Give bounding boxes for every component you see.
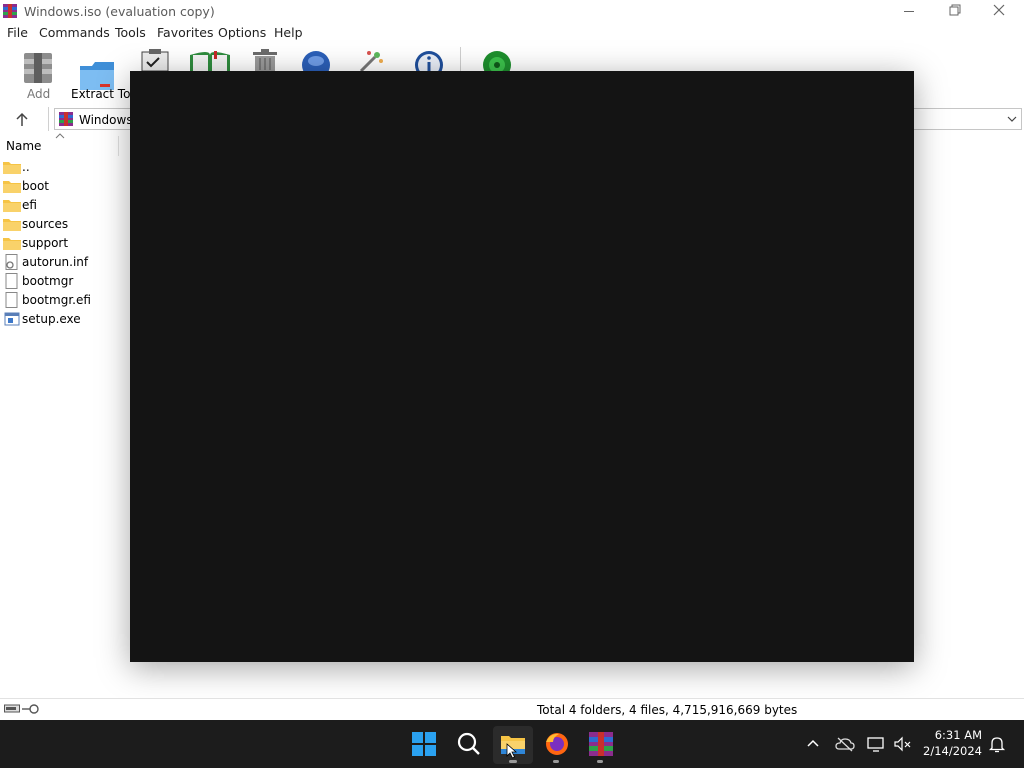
add-archive-icon <box>24 53 52 83</box>
info-icon[interactable] <box>413 49 445 71</box>
notification-bell-icon[interactable] <box>988 735 1006 753</box>
menu-favorites[interactable]: Favorites <box>157 25 213 40</box>
title-bar: Windows.iso (evaluation copy) <box>0 0 1024 23</box>
menu-tools[interactable]: Tools <box>115 25 146 40</box>
name-column-label: Name <box>6 139 42 153</box>
file-name: bootmgr <box>22 274 74 288</box>
file-name: efi <box>22 198 37 212</box>
file-icon <box>5 292 18 308</box>
virus-scan-icon[interactable] <box>480 49 514 71</box>
list-item-bootmgr-efi[interactable]: bootmgr.efi <box>0 291 126 310</box>
list-item-parent[interactable]: .. <box>0 158 126 177</box>
drive-icon <box>4 704 20 713</box>
black-overlay-window[interactable] <box>130 71 914 662</box>
folder-icon <box>3 181 21 193</box>
winrar-running-indicator <box>597 760 603 763</box>
list-item-support[interactable]: support <box>0 234 126 253</box>
minimize-button[interactable] <box>886 0 932 23</box>
up-folder-icon[interactable] <box>12 110 32 130</box>
clock[interactable]: 6:31 AM 2/14/2024 <box>918 728 982 760</box>
delete-trash-icon[interactable] <box>249 49 281 71</box>
windows-start-icon[interactable] <box>408 729 440 759</box>
file-name: support <box>22 236 69 250</box>
view-book-icon[interactable] <box>188 49 232 71</box>
folder-icon <box>3 219 21 231</box>
address-separator <box>48 107 49 131</box>
firefox-icon[interactable] <box>541 729 573 759</box>
taskbar: 6:31 AM 2/14/2024 <box>0 720 1024 768</box>
restore-button[interactable] <box>932 0 978 23</box>
close-button[interactable] <box>978 0 1024 23</box>
menu-file[interactable]: File <box>7 25 28 40</box>
volume-muted-icon[interactable] <box>893 736 913 752</box>
exe-icon <box>4 312 20 326</box>
key-lock-icon <box>22 704 39 714</box>
file-name: boot <box>22 179 50 193</box>
firefox-running-indicator <box>553 760 559 763</box>
file-name: autorun.inf <box>22 255 89 269</box>
folder-icon <box>3 238 21 250</box>
menu-commands[interactable]: Commands <box>39 25 110 40</box>
clock-date: 2/14/2024 <box>923 744 982 758</box>
add-label: Add <box>27 87 51 101</box>
sort-up-icon <box>55 133 65 139</box>
network-display-icon[interactable] <box>867 736 887 752</box>
wizard-wand-icon[interactable] <box>355 49 387 71</box>
file-name: bootmgr.efi <box>22 293 91 307</box>
menu-bar: File Commands Tools Favorites Options He… <box>0 23 1024 43</box>
column-divider <box>118 136 119 156</box>
list-item-setup[interactable]: setup.exe <box>0 310 126 329</box>
file-name: .. <box>22 160 30 174</box>
winrar-app-icon <box>3 4 17 18</box>
winrar-taskbar-icon[interactable] <box>585 729 617 759</box>
folder-icon <box>3 200 21 212</box>
window-title: Windows.iso (evaluation copy) <box>24 4 215 19</box>
test-archive-icon[interactable] <box>139 49 171 71</box>
cloud-offline-icon[interactable] <box>835 736 855 752</box>
status-bar: Total 4 folders, 4 files, 4,715,916,669 … <box>0 698 1024 720</box>
list-item-sources[interactable]: sources <box>0 215 126 234</box>
address-path: Windows. <box>79 113 137 127</box>
name-column-header[interactable]: Name <box>0 133 120 156</box>
mouse-cursor-icon <box>506 743 518 759</box>
file-explorer-taskbar-button[interactable] <box>493 726 533 764</box>
running-indicator <box>509 760 517 763</box>
extract-to-button[interactable]: Extract To <box>68 49 130 101</box>
folder-up-icon <box>3 162 21 174</box>
status-summary: Total 4 folders, 4 files, 4,715,916,669 … <box>537 703 798 717</box>
find-globe-icon[interactable] <box>300 49 332 71</box>
chevron-up-icon[interactable] <box>805 736 821 752</box>
menu-help[interactable]: Help <box>274 25 303 40</box>
list-item-boot[interactable]: boot <box>0 177 126 196</box>
extract-to-label: Extract To <box>71 87 131 101</box>
clock-time: 6:31 AM <box>934 728 982 742</box>
search-icon[interactable] <box>453 729 485 759</box>
archive-path-icon <box>59 112 73 126</box>
file-name: sources <box>22 217 69 231</box>
list-item-bootmgr[interactable]: bootmgr <box>0 272 126 291</box>
file-name: setup.exe <box>22 312 81 326</box>
file-icon <box>5 273 18 289</box>
list-item-efi[interactable]: efi <box>0 196 126 215</box>
chevron-down-icon[interactable] <box>1005 112 1019 126</box>
settings-file-icon <box>5 254 18 270</box>
add-button[interactable]: Add <box>14 49 62 101</box>
list-item-autorun[interactable]: autorun.inf <box>0 253 126 272</box>
menu-options[interactable]: Options <box>218 25 266 40</box>
